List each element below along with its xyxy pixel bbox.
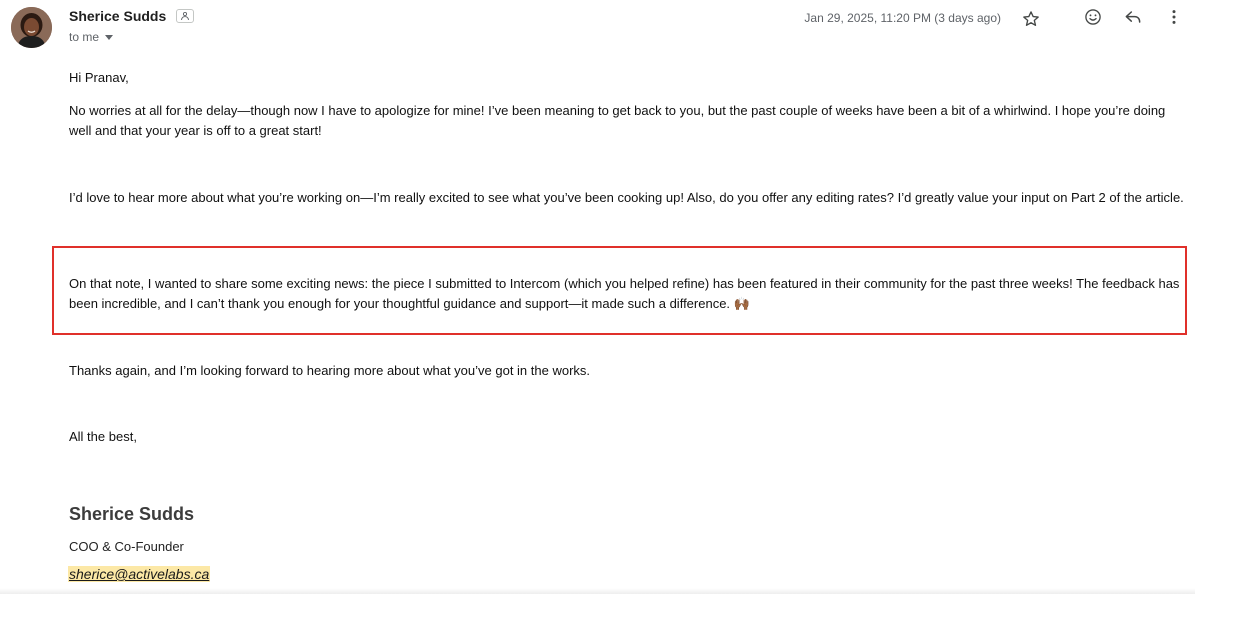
scroll-fade xyxy=(0,588,1195,594)
sender-name[interactable]: Sherice Sudds xyxy=(69,8,166,24)
message-paragraph-highlighted: On that note, I wanted to share some exc… xyxy=(69,276,1180,311)
more-vert-icon[interactable] xyxy=(1163,6,1185,28)
message-paragraph: I’d love to hear more about what you’re … xyxy=(69,190,1184,205)
signature-title: COO & Co-Founder xyxy=(69,539,184,554)
message-timestamp: Jan 29, 2025, 11:20 PM (3 days ago) xyxy=(804,11,1001,25)
signature-name: Sherice Sudds xyxy=(69,504,195,524)
sender-avatar[interactable] xyxy=(11,7,52,48)
message-paragraph: Thanks again, and I’m looking forward to… xyxy=(69,363,591,378)
signature-email-link[interactable]: sherice@activelabs.ca xyxy=(68,566,211,582)
message-greeting: Hi Pranav, xyxy=(69,70,129,85)
star-icon[interactable] xyxy=(1020,8,1042,30)
message-closing: All the best, xyxy=(69,429,137,444)
chevron-down-icon xyxy=(105,35,114,41)
person-badge-icon[interactable] xyxy=(176,9,194,23)
recipient-dropdown[interactable]: to me xyxy=(69,30,114,44)
recipient-label: to me xyxy=(69,30,100,44)
emoji-icon[interactable] xyxy=(1082,6,1104,28)
message-paragraph: No worries at all for the delay—though n… xyxy=(69,103,1166,138)
reply-icon[interactable] xyxy=(1122,6,1144,28)
email-message-view: Sherice Sudds to me Jan 29, 2025, 11:20 … xyxy=(0,0,1242,618)
